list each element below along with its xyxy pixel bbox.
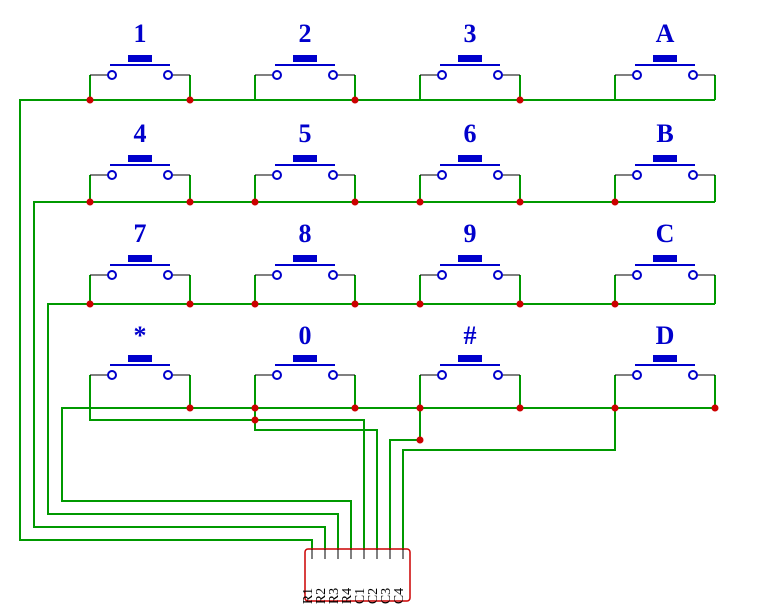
- label-key-2: 2: [299, 19, 312, 48]
- key-6: [420, 155, 520, 179]
- key-0: [255, 355, 355, 379]
- key-B: [615, 155, 715, 179]
- label-key-9: 9: [464, 219, 477, 248]
- label-key-1: 1: [134, 19, 147, 48]
- label-key-5: 5: [299, 119, 312, 148]
- key-7: [90, 255, 190, 279]
- key-9: [420, 255, 520, 279]
- label-key-hash: #: [464, 321, 477, 350]
- key-2: [255, 55, 355, 79]
- key-D: [615, 355, 715, 379]
- key-1: [90, 55, 190, 79]
- label-key-7: 7: [134, 219, 147, 248]
- label-key-0: 0: [299, 321, 312, 350]
- label-key-B: B: [656, 119, 673, 148]
- key-C: [615, 255, 715, 279]
- key-5: [255, 155, 355, 179]
- key-3: [420, 55, 520, 79]
- label-key-6: 6: [464, 119, 477, 148]
- key-star: [90, 355, 190, 379]
- label-key-star: *: [134, 321, 147, 350]
- label-key-4: 4: [134, 119, 147, 148]
- key-4: [90, 155, 190, 179]
- label-key-8: 8: [299, 219, 312, 248]
- key-8: [255, 255, 355, 279]
- key-hash: [420, 355, 520, 379]
- keypad-schematic: 1 2 3 A 4 5 6 B 7 8 9 C * 0 # D R1 R2 R3…: [0, 0, 757, 613]
- label-key-3: 3: [464, 19, 477, 48]
- pin-header: R1 R2 R3 R4 C1 C2 C3 C4: [301, 549, 410, 604]
- pin-c4: C4: [392, 588, 407, 604]
- label-key-A: A: [656, 19, 675, 48]
- label-key-C: C: [656, 219, 675, 248]
- key-A: [615, 55, 715, 79]
- label-key-D: D: [656, 321, 675, 350]
